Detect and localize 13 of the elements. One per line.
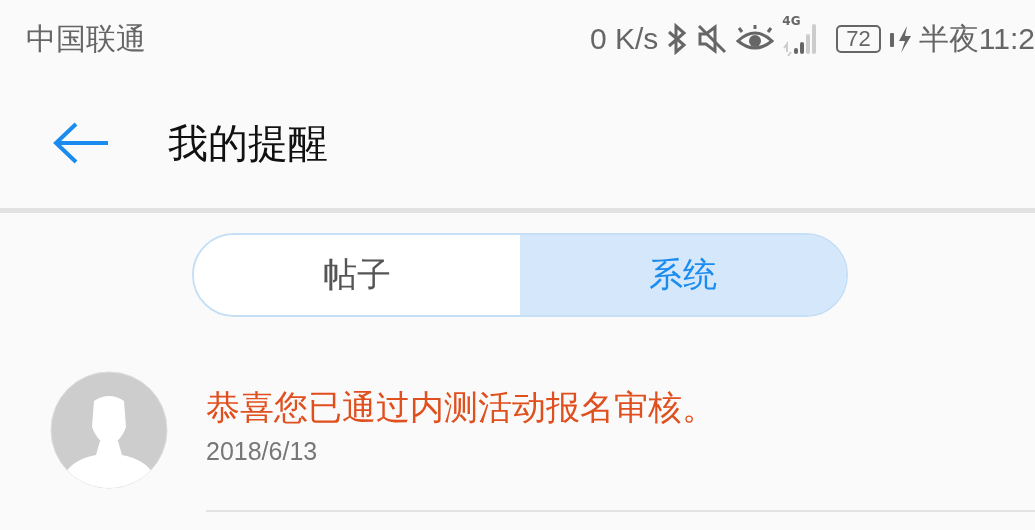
muted-speaker-icon [696,23,729,55]
battery-level: 72 [836,25,881,53]
bluetooth-icon [666,23,689,55]
message-text: 恭喜您已通过内测活动报名审核。 [206,386,716,429]
message-date: 2018/6/13 [206,437,318,466]
network-type: 4G [782,14,801,28]
back-button[interactable] [52,121,110,165]
tab[interactable]: 帖子 [193,235,520,315]
network-speed: 0 K/s [589,22,659,56]
clock: 半夜11:2 [918,20,1035,57]
avatar-icon [50,371,168,489]
page-title: 我的提醒 [168,118,328,168]
carrier-name: 中国联通 [26,19,146,58]
